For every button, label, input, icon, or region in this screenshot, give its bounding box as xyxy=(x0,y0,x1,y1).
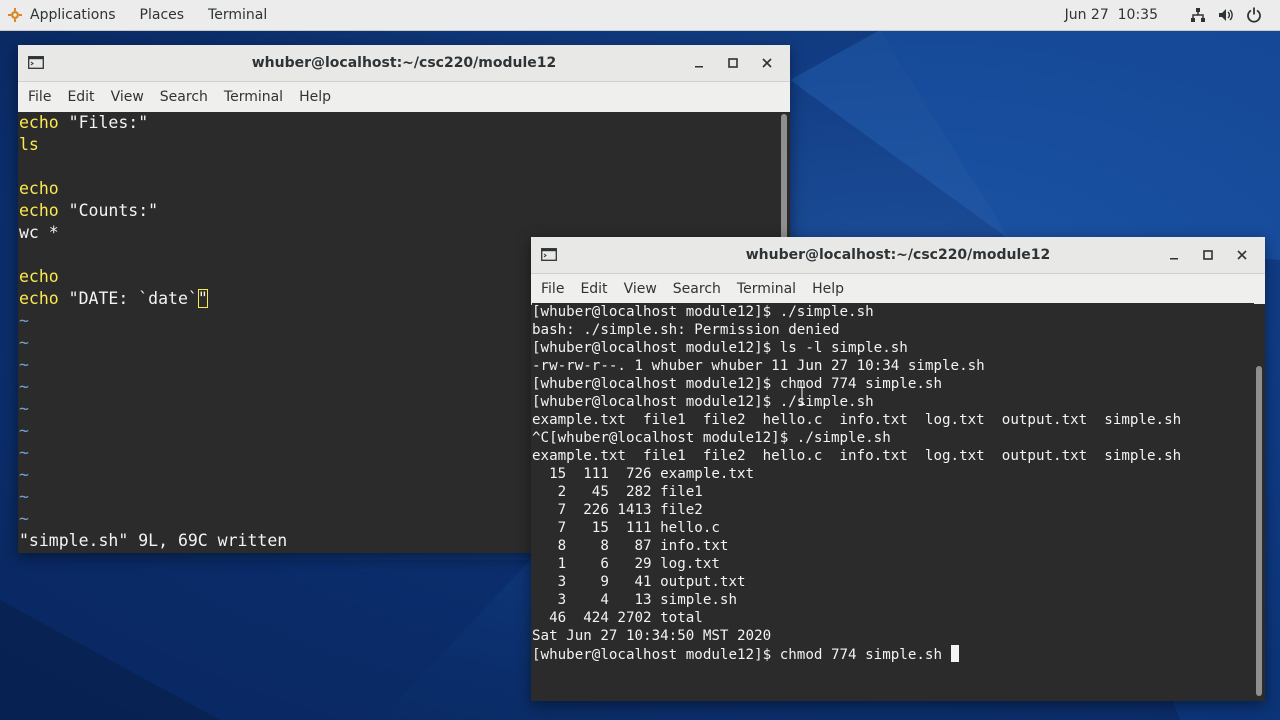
top-panel: Applications Places Terminal Jun 27 10:3… xyxy=(0,0,1280,31)
shell-menu-terminal[interactable]: Terminal xyxy=(729,274,804,304)
terminal-output-line: 3 9 41 output.txt xyxy=(532,574,746,590)
terminal-output-line: 3 4 13 simple.sh xyxy=(532,592,737,608)
close-icon xyxy=(762,58,772,68)
minimize-icon xyxy=(1170,258,1178,260)
shell-output-area[interactable]: [whuber@localhost module12]$ ./simple.sh… xyxy=(532,303,1254,700)
shell-window-titlebar[interactable]: whuber@localhost:~/csc220/module12 xyxy=(531,237,1265,274)
vim-code-line: echo "Files:" xyxy=(18,112,778,134)
power-icon[interactable] xyxy=(1246,7,1262,23)
shell-terminal-window: whuber@localhost:~/csc220/module12 File E… xyxy=(531,237,1265,701)
close-icon xyxy=(1237,250,1247,260)
minimize-icon xyxy=(695,66,703,68)
maximize-icon xyxy=(728,58,738,68)
vim-window-title: whuber@localhost:~/csc220/module12 xyxy=(251,55,557,71)
terminal-output-line: bash: ./simple.sh: Permission denied xyxy=(532,322,840,338)
shell-scrollbar-thumb[interactable] xyxy=(1256,366,1262,696)
terminal-text-cursor xyxy=(950,645,959,662)
terminal-output-line: 2 45 282 file1 xyxy=(532,484,703,500)
vim-line-text: "Counts:" xyxy=(58,201,159,220)
vim-keyword: echo xyxy=(19,267,59,286)
vim-menu-view[interactable]: View xyxy=(103,82,152,112)
volume-icon[interactable] xyxy=(1218,7,1234,23)
vim-window-titlebar[interactable]: whuber@localhost:~/csc220/module12 xyxy=(18,45,790,82)
vim-menu-search[interactable]: Search xyxy=(152,82,216,112)
terminal-output-line: 1 6 29 log.txt xyxy=(532,556,720,572)
shell-menu-help[interactable]: Help xyxy=(804,274,852,304)
minimize-button[interactable] xyxy=(682,45,716,81)
applications-menu-icon xyxy=(8,8,22,22)
vim-keyword: echo xyxy=(19,289,59,308)
vim-code-line: ls xyxy=(18,134,778,156)
terminal-output-line: ^C[whuber@localhost module12]$ ./simple.… xyxy=(532,430,891,446)
vim-keyword: echo xyxy=(19,113,59,132)
vim-cursor: " xyxy=(197,289,208,308)
vim-menu-edit[interactable]: Edit xyxy=(59,82,102,112)
clock[interactable]: Jun 27 10:35 xyxy=(1065,7,1158,23)
vim-line-text: "Files:" xyxy=(58,113,149,132)
vim-code-line xyxy=(18,156,778,178)
vim-code-line: echo "Counts:" xyxy=(18,200,778,222)
terminal-output-line: [whuber@localhost module12]$ ./simple.sh xyxy=(532,304,874,320)
terminal-output-line: example.txt file1 file2 hello.c info.txt… xyxy=(532,412,1182,428)
vim-keyword: echo xyxy=(19,179,59,198)
vim-keyword: ls xyxy=(19,135,39,154)
shell-scrollbar[interactable] xyxy=(1253,304,1265,701)
terminal-icon xyxy=(541,248,557,261)
places-menu[interactable]: Places xyxy=(128,0,197,30)
maximize-button[interactable] xyxy=(1191,237,1225,273)
terminal-output-line: example.txt file1 file2 hello.c info.txt… xyxy=(532,448,1182,464)
terminal-app-menu[interactable]: Terminal xyxy=(196,0,279,30)
vim-code-line: echo xyxy=(18,178,778,200)
terminal-icon xyxy=(28,56,44,69)
close-button[interactable] xyxy=(750,45,784,81)
maximize-icon xyxy=(1203,250,1213,260)
maximize-button[interactable] xyxy=(716,45,750,81)
vim-menu-terminal[interactable]: Terminal xyxy=(216,82,291,112)
terminal-prompt-text: [whuber@localhost module12]$ chmod 774 s… xyxy=(532,647,951,663)
shell-window-title: whuber@localhost:~/csc220/module12 xyxy=(745,247,1051,263)
close-button[interactable] xyxy=(1225,237,1259,273)
minimize-button[interactable] xyxy=(1157,237,1191,273)
terminal-prompt-line[interactable]: [whuber@localhost module12]$ chmod 774 s… xyxy=(532,645,1254,663)
mouse-ibeam-cursor xyxy=(799,387,805,405)
terminal-output-line: 8 8 87 info.txt xyxy=(532,538,729,554)
terminal-output-line: [whuber@localhost module12]$ ./simple.sh xyxy=(532,394,874,410)
terminal-output-line: 7 15 111 hello.c xyxy=(532,520,720,536)
shell-menu-search[interactable]: Search xyxy=(665,274,729,304)
vim-menu-file[interactable]: File xyxy=(18,82,59,112)
vim-menubar: File Edit View Search Terminal Help xyxy=(18,82,790,113)
vim-line-text: "DATE: `date` xyxy=(58,289,198,308)
terminal-output-line: 46 424 2702 total xyxy=(532,610,703,626)
shell-menu-file[interactable]: File xyxy=(531,274,572,304)
shell-menu-view[interactable]: View xyxy=(616,274,665,304)
terminal-output-line: Sat Jun 27 10:34:50 MST 2020 xyxy=(532,628,772,644)
terminal-output-line: [whuber@localhost module12]$ ls -l simpl… xyxy=(532,340,908,356)
network-icon[interactable] xyxy=(1190,7,1206,23)
terminal-output-line: 15 111 726 example.txt xyxy=(532,466,755,482)
shell-menubar: File Edit View Search Terminal Help xyxy=(531,274,1265,305)
applications-menu[interactable]: Applications xyxy=(24,0,128,30)
terminal-output-line: 7 226 1413 file2 xyxy=(532,502,703,518)
vim-keyword: echo xyxy=(19,201,59,220)
shell-menu-edit[interactable]: Edit xyxy=(572,274,615,304)
vim-menu-help[interactable]: Help xyxy=(291,82,339,112)
terminal-output-line: -rw-rw-r--. 1 whuber whuber 11 Jun 27 10… xyxy=(532,358,985,374)
vim-line-text: wc * xyxy=(19,223,59,242)
terminal-output-line: [whuber@localhost module12]$ chmod 774 s… xyxy=(532,376,942,392)
